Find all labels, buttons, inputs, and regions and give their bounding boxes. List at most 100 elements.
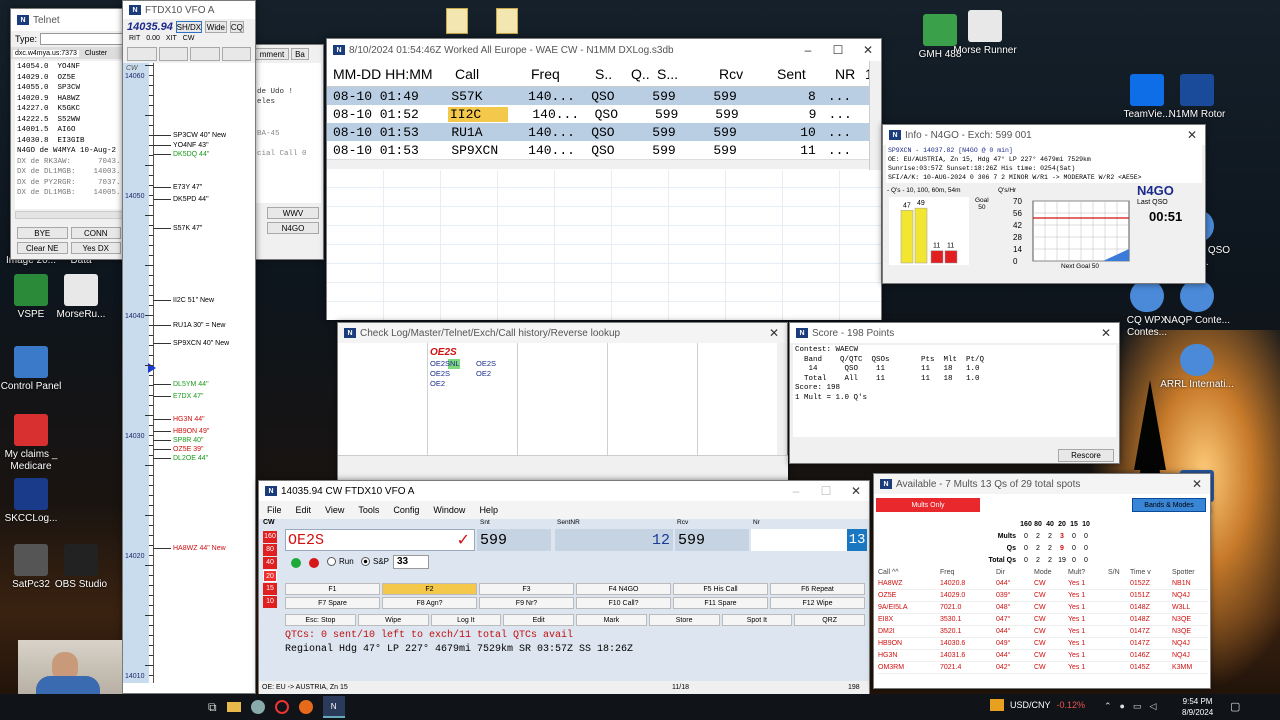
desktop-icon[interactable]: N1MM Rotor xyxy=(1160,74,1234,121)
band-cell[interactable]: 0 xyxy=(1080,545,1092,552)
info-titlebar[interactable]: N Info - N4GO - Exch: 599 001 ✕ xyxy=(883,125,1205,145)
horizontal-scrollbar[interactable] xyxy=(15,211,123,219)
band-cell[interactable]: 0 xyxy=(1068,545,1080,552)
action-store[interactable]: Store xyxy=(648,614,720,626)
menu-help[interactable]: Help xyxy=(479,505,498,515)
band-cell[interactable]: 0 xyxy=(1080,533,1092,540)
spot-row[interactable]: HG3N 14031.6 044° CW Yes 1 0146Z NQ4J xyxy=(878,650,1208,662)
band-button-10[interactable]: 10 xyxy=(263,596,277,608)
desktop-icon[interactable]: My claims _ Medicare xyxy=(0,414,68,473)
function-key-12[interactable]: F12 Wipe xyxy=(770,597,865,609)
bandmap-spot[interactable]: DK5DQ 44" xyxy=(153,151,209,158)
cq-button[interactable]: CQ xyxy=(229,21,244,33)
partial-call[interactable]: OE2S xyxy=(430,369,460,379)
bandmap-spot[interactable]: S57K 47" xyxy=(153,225,202,232)
maximize-icon[interactable]: ☐ xyxy=(825,43,851,57)
log-hscrollbar[interactable] xyxy=(327,159,869,169)
close-icon[interactable]: ✕ xyxy=(1184,477,1210,491)
band-cell[interactable]: 2 xyxy=(1044,545,1056,552)
wwv-button[interactable]: WWV xyxy=(267,207,319,219)
spot-row[interactable]: EI8X 3530.1 047° CW Yes 1 0148Z N3QE xyxy=(878,614,1208,626)
function-key-4[interactable]: F4 N4GO xyxy=(576,583,671,595)
band-cell[interactable]: 0 xyxy=(1068,533,1080,540)
nr-input[interactable] xyxy=(751,529,847,551)
log-row[interactable]: 08-10 01:52II2C140...QSO5995999...♥ xyxy=(327,105,881,123)
band-cell[interactable]: 2 xyxy=(1032,545,1044,552)
spot-column-header[interactable]: Mult? xyxy=(1068,569,1108,576)
close-icon[interactable]: ✕ xyxy=(1093,326,1119,340)
menu-edit[interactable]: Edit xyxy=(296,505,312,515)
checklog-scrollbar[interactable] xyxy=(777,343,787,455)
spot-column-header[interactable]: Spotter xyxy=(1172,569,1208,576)
desktop-icon[interactable]: ARRL Internati... xyxy=(1160,344,1234,391)
band-cell[interactable]: 9 xyxy=(1056,545,1068,552)
speed-input[interactable]: 33 xyxy=(393,555,429,569)
bandmap-spot[interactable]: YO4NF 43" xyxy=(153,142,209,149)
band-cell[interactable]: 3 xyxy=(1056,533,1068,540)
currency-widget[interactable]: USD/CNY -0.12% xyxy=(990,699,1085,711)
close-icon[interactable]: ✕ xyxy=(843,484,869,498)
bandmap-scale[interactable]: CW 14060 14050 14040 14030 14020 14010 SP3CW 4… xyxy=(123,63,255,683)
rcv-input[interactable]: 599 xyxy=(675,529,749,551)
bandmap-spot[interactable]: DL2OE 44" xyxy=(153,455,208,462)
log-column-header[interactable]: NR xyxy=(835,66,865,82)
info-window[interactable]: N Info - N4GO - Exch: 599 001 ✕ SP9XCN - 1… xyxy=(882,124,1206,284)
function-key-1[interactable]: F1 xyxy=(285,583,380,595)
band-cell[interactable]: 2 xyxy=(1032,557,1044,564)
clear-ne-button[interactable]: Clear NE xyxy=(17,242,68,254)
action-mark[interactable]: Mark xyxy=(576,614,647,626)
volume-icon[interactable]: ◁ xyxy=(1150,701,1157,712)
bye-button[interactable]: BYE xyxy=(17,227,68,239)
band-cell[interactable]: 2 xyxy=(1044,533,1056,540)
function-key-3[interactable]: F3 xyxy=(479,583,574,595)
close-icon[interactable]: ✕ xyxy=(855,43,881,57)
log-column-header[interactable]: Freq xyxy=(531,66,595,82)
conn-button[interactable]: CONN xyxy=(70,227,121,239)
partial-call[interactable]: OE2S xyxy=(476,359,496,369)
spot-row[interactable]: HB9ON 14030.6 049° CW Yes 1 0147Z NQ4J xyxy=(878,638,1208,650)
score-window[interactable]: N Score - 198 Points ✕ Contest: WAECW Band… xyxy=(789,322,1120,464)
bandmap-spot[interactable]: RU1A 30" = New xyxy=(153,322,225,329)
spot-row[interactable]: HA8WZ 14020.8 044° CW Yes 1 0152Z NB1N xyxy=(878,578,1208,590)
folder-icon[interactable] xyxy=(496,8,518,34)
action-spot-it[interactable]: Spot It xyxy=(721,614,793,626)
log-row[interactable]: 08-10 01:53RU1A140...QSO59959910...♥ xyxy=(327,123,881,141)
spot-column-header[interactable]: Freq xyxy=(940,569,996,576)
bandmap-spot[interactable]: HB9ON 49" xyxy=(153,428,209,435)
telnet-window[interactable]: N Telnet Type: dxc.w4mya.us:7373 Cluster 1… xyxy=(10,8,128,260)
sentnr-input[interactable]: 12 xyxy=(555,529,673,551)
band-cell[interactable]: 2 xyxy=(1044,557,1056,564)
bands-modes-button[interactable]: Bands & Modes xyxy=(1132,498,1206,512)
app-icon[interactable] xyxy=(250,700,265,714)
action-qrz[interactable]: QRZ xyxy=(794,614,865,626)
log-column-header[interactable]: Call xyxy=(445,66,531,82)
band-button-40[interactable]: 40 xyxy=(263,557,277,569)
close-icon[interactable]: ✕ xyxy=(1179,128,1205,142)
menu-window[interactable]: Window xyxy=(433,505,465,515)
bandmap-spot[interactable]: E73Y 47" xyxy=(153,184,202,191)
partial-call[interactable]: OE2SNL xyxy=(430,359,460,369)
score-titlebar[interactable]: N Score - 198 Points ✕ xyxy=(790,323,1119,343)
rescore-button[interactable]: Rescore xyxy=(1058,449,1114,462)
snt-input[interactable]: 599 xyxy=(477,529,551,551)
action-edit[interactable]: Edit xyxy=(503,614,574,626)
bandmap-spot[interactable]: II2C 51" New xyxy=(153,297,214,304)
band-cell[interactable]: 0 xyxy=(1080,557,1092,564)
log-column-header[interactable]: MM-DD HH:MM xyxy=(327,66,445,82)
action-log-it[interactable]: Log It xyxy=(430,614,502,626)
bandmap-spot[interactable]: DK5PD 44" xyxy=(153,196,209,203)
maximize-icon[interactable]: ☐ xyxy=(813,484,839,498)
action-esc-stop[interactable]: Esc: Stop xyxy=(285,614,356,626)
telnet-titlebar[interactable]: N Telnet xyxy=(11,9,127,31)
log-row[interactable]: 08-10 01:53 SP9XCN 140... QSO 599 599 11... xyxy=(327,141,881,159)
background-window[interactable]: mment Ba de Udo ! eles BA-45 cial Call 0 … xyxy=(252,44,324,260)
desktop-icon[interactable]: OBS Studio xyxy=(44,544,118,591)
band-tab[interactable]: Ba xyxy=(291,48,309,60)
clock[interactable]: 9:54 PM 8/9/2024 xyxy=(1182,696,1213,718)
spot-row[interactable]: 9A/EI5LA 7021.0 048° CW Yes 1 0148Z W3LL xyxy=(878,602,1208,614)
desktop-icon[interactable]: MorseRu... xyxy=(44,274,118,321)
function-key-11[interactable]: F11 Spare xyxy=(673,597,768,609)
bandmap-spot[interactable]: OZ5E 39" xyxy=(153,446,204,453)
function-key-6[interactable]: F6 Repeat xyxy=(770,583,865,595)
log-column-header[interactable]: Rcv xyxy=(719,66,777,82)
